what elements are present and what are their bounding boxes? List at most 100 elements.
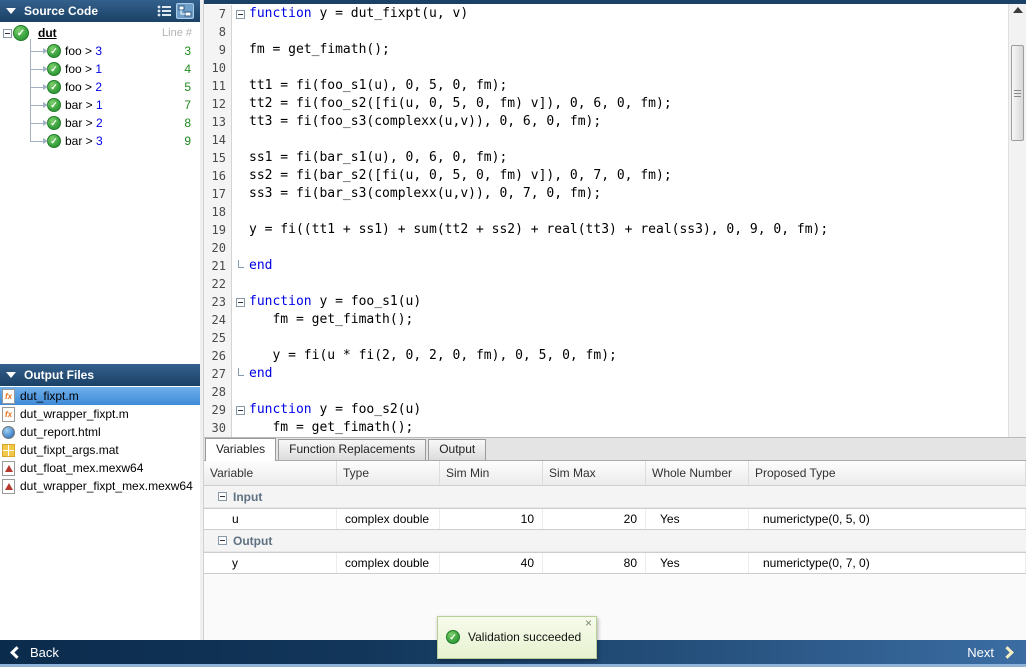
output-file-item[interactable]: fx dut_wrapper_fixpt.m (0, 405, 200, 423)
group-collapse-icon[interactable] (218, 536, 227, 545)
source-code-panel-header: Source Code (0, 0, 200, 22)
fold-column (232, 131, 249, 149)
code-text: y = fi(u * fi(2, 0, 2, 0, fm), 0, 5, 0, … (249, 348, 617, 363)
tab-output[interactable]: Output (428, 439, 487, 460)
tree-line-number: 7 (184, 98, 191, 112)
tree-collapse-icon[interactable] (3, 28, 12, 38)
code-text: function y = foo_s2(u) (249, 402, 422, 417)
column-header-whole-number[interactable]: Whole Number (646, 461, 749, 485)
column-header-proposed-type[interactable]: Proposed Type (749, 461, 1026, 485)
fixed-point-converter-window: Source Code ✓ dut Line # ✓ foo > 3 3 ✓ f… (0, 0, 1026, 667)
root-function-link[interactable]: dut (38, 26, 57, 40)
group-row-input[interactable]: Input (204, 486, 1026, 508)
group-row-output[interactable]: Output (204, 530, 1026, 552)
check-icon: ✓ (47, 134, 61, 148)
source-tree-item[interactable]: ✓ bar > 2 8 (0, 114, 200, 132)
column-header-variable[interactable]: Variable (204, 461, 337, 485)
output-file-item[interactable]: fx dut_fixpt.m (0, 387, 200, 405)
fold-column (232, 401, 249, 419)
fold-column (232, 203, 249, 221)
next-button-label: Next (967, 644, 994, 660)
output-file-item[interactable]: dut_report.html (0, 423, 200, 441)
fold-column (232, 41, 249, 59)
group-collapse-icon[interactable] (218, 492, 227, 501)
fold-end-icon (237, 367, 244, 376)
next-button[interactable]: Next (967, 640, 1014, 664)
source-tree-item[interactable]: ✓ foo > 1 4 (0, 60, 200, 78)
code-text: y = fi((tt1 + ss1) + sum(tt2 + ss2) + re… (249, 222, 829, 237)
code-line: 29 function y = foo_s2(u) (204, 401, 1008, 419)
output-file-list: fx dut_fixpt.m fx dut_wrapper_fixpt.m dut_re… (0, 387, 200, 495)
code-line: 25 (204, 329, 1008, 347)
cell-type: complex double (337, 509, 440, 529)
variable-row-y[interactable]: y complex double 40 80 Yes numerictype(0, 7, … (204, 552, 1026, 574)
keyword: end (249, 366, 273, 381)
code-line: 27 end (204, 365, 1008, 383)
editor-scrollbar[interactable] (1008, 4, 1026, 437)
code-line: 15 ss1 = fi(bar_s1(u), 0, 6, 0, fm); (204, 149, 1008, 167)
line-number-gutter: 21 (204, 257, 232, 275)
column-header-type[interactable]: Type (337, 461, 440, 485)
source-tree-item[interactable]: ✓ foo > 33 (0, 42, 200, 60)
fold-column (232, 347, 249, 365)
scroll-up-arrow-icon[interactable] (1013, 7, 1023, 13)
code-text: end (249, 365, 272, 383)
tree-connector-arrow-icon (30, 65, 48, 72)
output-file-item[interactable]: dut_float_mex.mexw64 (0, 459, 200, 477)
variables-panel: Variables Function Replacements Output Var… (204, 437, 1026, 640)
code-lines: 7 function y = dut_fixpt(u, v) 8 9 fm = get_… (204, 5, 1008, 437)
fold-collapse-icon[interactable] (236, 297, 245, 307)
code-line: 13 tt3 = fi(foo_s3(complexx(u,v)), 0, 6, … (204, 113, 1008, 131)
collapse-triangle-icon[interactable] (6, 8, 16, 14)
cell-sim-max: 20 (543, 509, 646, 529)
variables-table-header: Variable Type Sim Min Sim Max Whole Number Pr… (204, 461, 1026, 486)
line-number-gutter: 14 (204, 131, 232, 149)
source-tree-item-label: foo > 1 (65, 62, 103, 76)
tree-view-icon[interactable] (176, 3, 194, 19)
source-tree-item-label: bar > 2 (65, 116, 103, 130)
line-number-gutter: 16 (204, 167, 232, 185)
success-check-icon: ✓ (446, 630, 460, 644)
cell-sim-max: 80 (543, 553, 646, 573)
code-line: 8 (204, 23, 1008, 41)
fold-column (232, 383, 249, 401)
column-header-sim-min[interactable]: Sim Min (440, 461, 543, 485)
output-files-panel-header: Output Files (0, 364, 200, 386)
variable-row-u[interactable]: u complex double 10 20 Yes numerictype(0, 5, … (204, 508, 1026, 530)
fold-collapse-icon[interactable] (236, 405, 245, 415)
output-file-item[interactable]: dut_fixpt_args.mat (0, 441, 200, 459)
source-tree-item-label: bar > 1 (65, 98, 103, 112)
code-line: 23 function y = foo_s1(u) (204, 293, 1008, 311)
validation-toast: × ✓ Validation succeeded (437, 616, 597, 659)
back-button[interactable]: Back (10, 640, 59, 664)
code-line: 19 y = fi((tt1 + ss1) + sum(tt2 + ss2) + … (204, 221, 1008, 239)
source-tree-item[interactable]: ✓ foo > 2 5 (0, 78, 200, 96)
source-tree-item[interactable]: ✓ bar > 1 7 (0, 96, 200, 114)
tab-variables[interactable]: Variables (205, 438, 277, 461)
cell-proposed-type: numerictype(0, 7, 0) (749, 553, 1026, 573)
output-file-name: dut_wrapper_fixpt_mex.mexw64 (20, 479, 193, 493)
source-tree-children: ✓ foo > 3 3 ✓ foo > 1 4 ✓ foo > 2 5 ✓ bar > 1 7 ✓ bar… (0, 39, 200, 150)
toast-message: Validation succeeded (468, 630, 582, 644)
mex-file-icon (2, 460, 15, 476)
code-text: function y = dut_fixpt(u, v) (249, 6, 469, 21)
source-tree-item[interactable]: ✓ bar > 3 9 (0, 132, 200, 150)
line-number-gutter: 18 (204, 203, 232, 221)
code-text: ss2 = fi(bar_s2([fi(u, 0, 5, 0, fm) v]),… (249, 168, 672, 183)
line-number-gutter: 8 (204, 23, 232, 41)
check-icon: ✓ (13, 25, 29, 41)
column-header-sim-max[interactable]: Sim Max (543, 461, 646, 485)
line-number-gutter: 11 (204, 77, 232, 95)
cell-type: complex double (337, 553, 440, 573)
toast-close-icon[interactable]: × (585, 616, 592, 630)
cell-variable: y (204, 553, 337, 573)
tab-function-replacements[interactable]: Function Replacements (278, 439, 427, 460)
fold-collapse-icon[interactable] (236, 9, 245, 19)
collapse-triangle-icon[interactable] (6, 372, 16, 378)
scrollbar-thumb[interactable] (1011, 45, 1024, 141)
list-view-icon[interactable] (157, 5, 172, 17)
output-file-item[interactable]: dut_wrapper_fixpt_mex.mexw64 (0, 477, 200, 495)
tree-line-number: 4 (184, 62, 191, 76)
check-icon: ✓ (47, 80, 61, 94)
code-text: fm = get_fimath(); (249, 312, 414, 327)
